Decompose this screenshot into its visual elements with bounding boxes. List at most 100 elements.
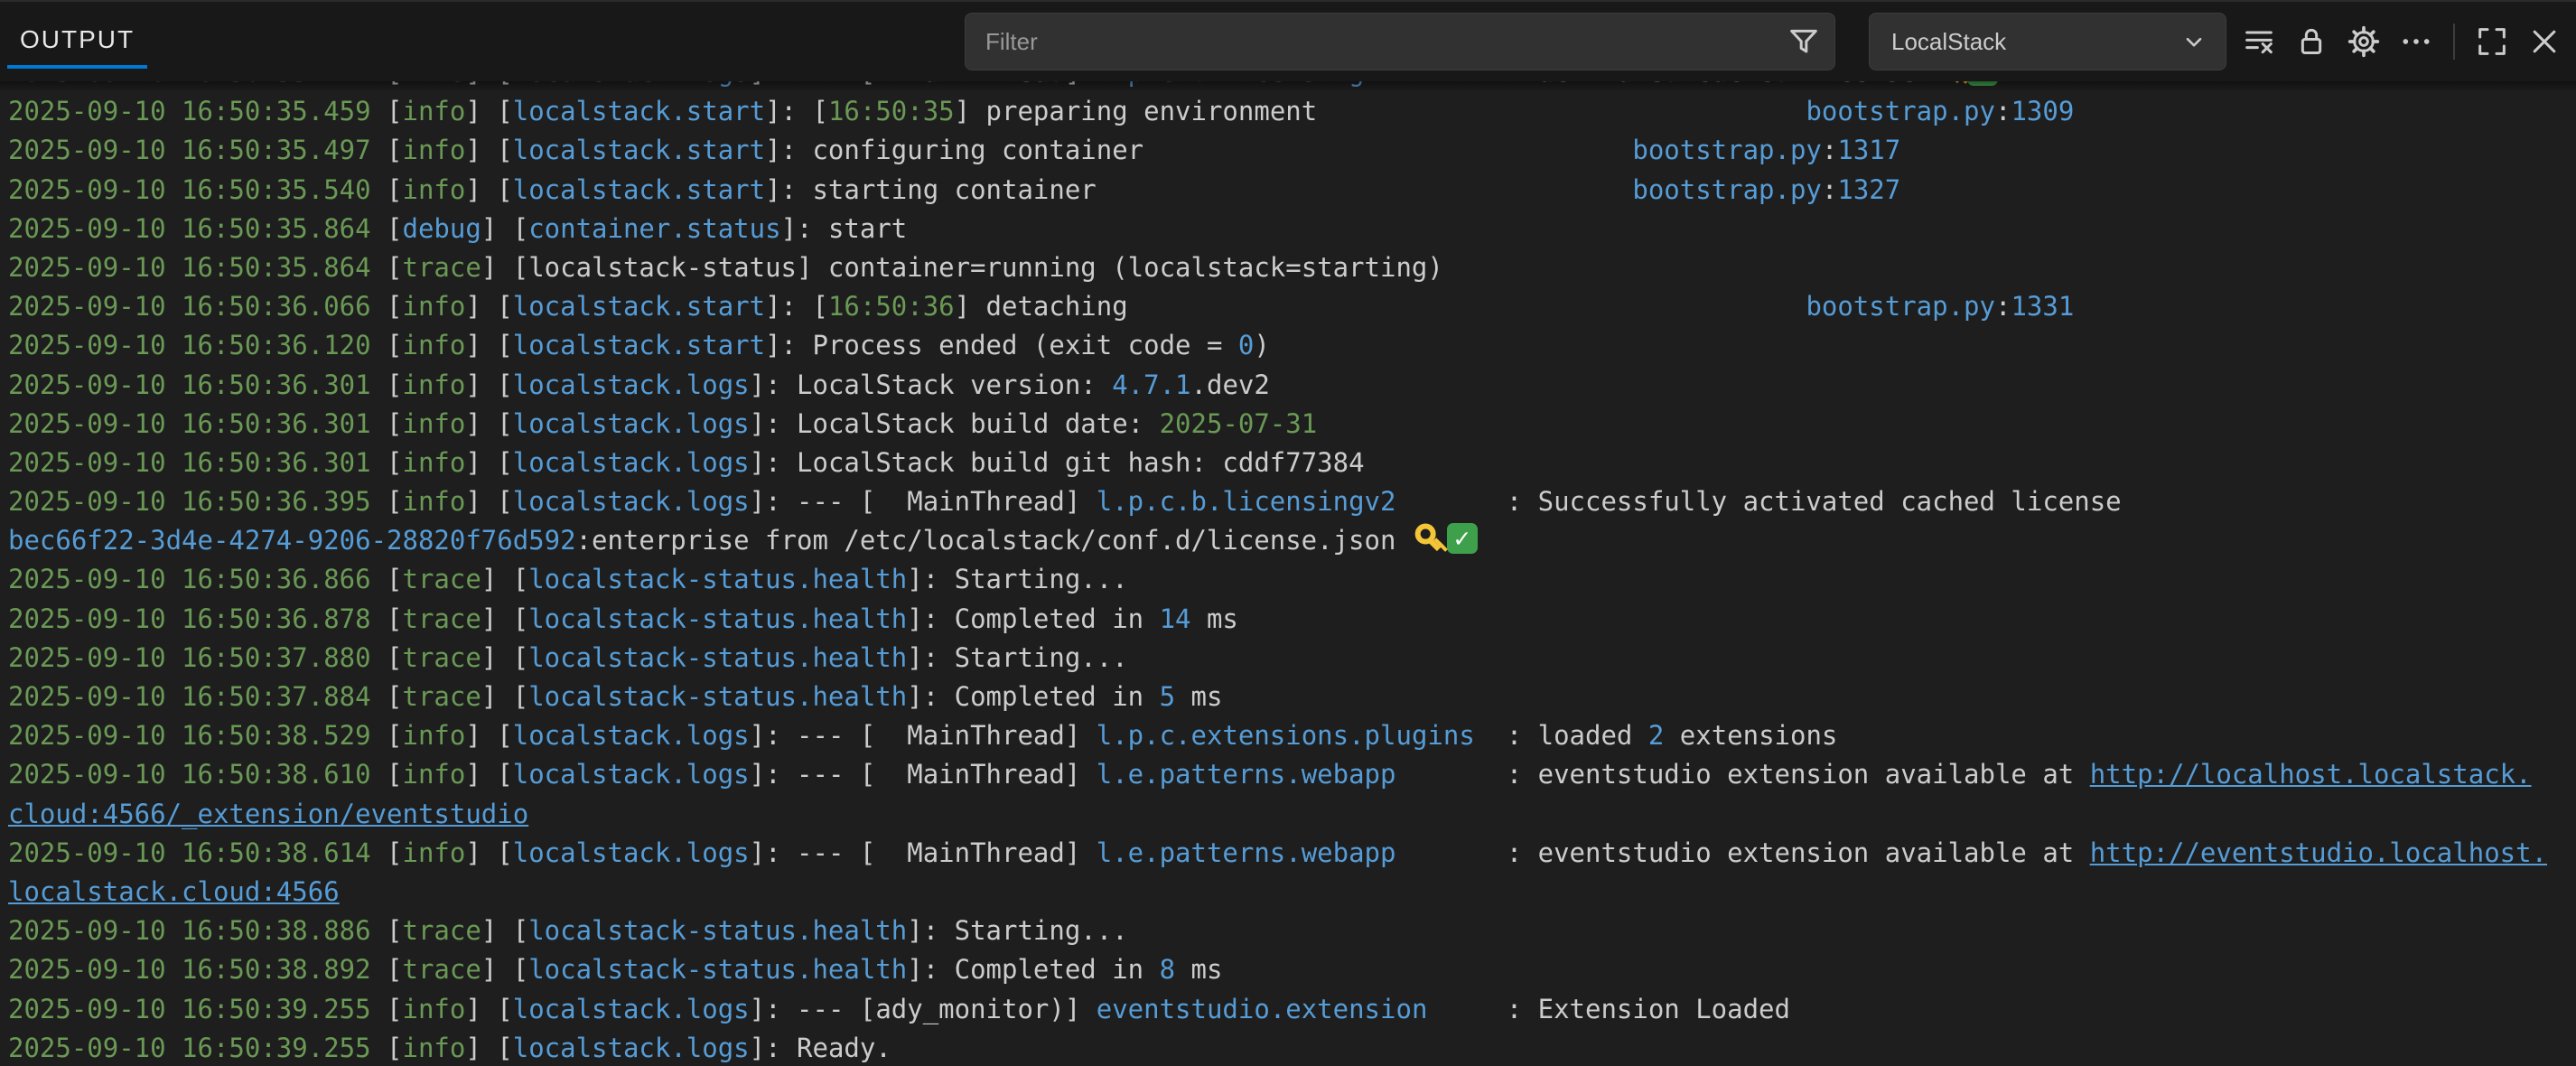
log-text: 2025-09-10 16:50:35.864	[8, 213, 387, 244]
log-text: l.p.c.b.licensingv2	[1097, 81, 1396, 88]
log-text: : activated cached license	[1395, 81, 1932, 88]
channel-select[interactable]: LocalStack	[1869, 13, 2226, 70]
log-text: ] [	[465, 837, 512, 868]
log-line: 2025-09-10 16:50:37.884 [trace] [localst…	[0, 678, 2576, 716]
log-text: info	[403, 720, 466, 751]
output-panel: OUTPUT LocalStack	[0, 0, 2576, 1066]
log-text: ] [	[481, 954, 528, 985]
log-text: ]: starting container	[765, 174, 1097, 205]
log-text: [	[387, 135, 402, 165]
log-text: info	[403, 486, 466, 517]
log-text: localstack.logs	[513, 720, 750, 751]
log-line: 2025-09-10 16:50:37.880 [trace] [localst…	[0, 639, 2576, 678]
url-link[interactable]: http://localhost.localstack.	[2090, 759, 2532, 790]
tab-output-label: OUTPUT	[20, 25, 135, 54]
close-icon	[2526, 23, 2562, 60]
log-text: 2025-09-10 16:50:36.866	[8, 564, 387, 594]
log-text: 2025-09-10 16:50:37.884	[8, 681, 387, 712]
log-text: ]: start	[781, 213, 908, 244]
log-text: :	[1822, 174, 1837, 205]
log-line: 2025-09-10 16:50:36.301 [info] [localsta…	[0, 405, 2576, 444]
url-link[interactable]: http://eventstudio.localhost.	[2090, 837, 2547, 868]
log-text: ] [	[465, 447, 512, 478]
log-line: 2025-09-10 16:50:35.540 [info] [localsta…	[0, 171, 2576, 210]
panel-actions	[2233, 13, 2571, 70]
log-text: localstack-status.health	[528, 642, 907, 673]
log-text: ] detaching	[955, 291, 1128, 322]
log-text: l.e.patterns.webapp	[1097, 837, 1396, 868]
log-text: 0	[1238, 330, 1254, 360]
log-text: ]: [	[765, 291, 828, 322]
log-text: debug	[403, 213, 481, 244]
log-line: 2025-09-10 16:50:35.864 [debug] [contain…	[0, 210, 2576, 248]
log-text: [	[387, 681, 402, 712]
filter-options-button[interactable]	[1778, 16, 1829, 67]
source-file-link[interactable]: 1327	[1837, 174, 1900, 205]
clear-output-button[interactable]	[2239, 22, 2279, 61]
log-line: 2025-09-10 16:50:38.892 [trace] [localst…	[0, 950, 2576, 989]
source-file-link[interactable]: 1317	[1837, 135, 1900, 165]
log-text: 2025-09-10 16:50:35.459	[8, 96, 387, 126]
log-text: localstack.logs	[513, 408, 750, 439]
log-text: [	[387, 330, 402, 360]
log-text: [	[387, 81, 402, 88]
log-text: [	[387, 486, 402, 517]
log-text: trace	[403, 564, 481, 594]
log-line: 2025-09-10 16:50:36.866 [trace] [localst…	[0, 560, 2576, 599]
log-text: localstack.start	[513, 291, 765, 322]
log-text: ] [	[481, 681, 528, 712]
log-text: localstack.start	[513, 330, 765, 360]
log-text: ]: Starting...	[907, 564, 1127, 594]
log-text: ]: Starting...	[907, 642, 1127, 673]
log-text: [	[387, 564, 402, 594]
lock-autoscroll-button[interactable]	[2291, 22, 2331, 61]
log-text: trace	[403, 603, 481, 634]
log-text: localstack-status.health	[528, 603, 907, 634]
source-file-link[interactable]: bootstrap.py	[1806, 96, 1995, 126]
log-text: 2025-09-10 16:50:38.614	[8, 837, 387, 868]
url-link[interactable]: localstack.cloud:4566	[8, 876, 340, 907]
log-text: trace	[403, 954, 481, 985]
close-panel-button[interactable]	[2525, 22, 2564, 61]
log-text: )	[1254, 330, 1269, 360]
log-text: ] [	[481, 564, 528, 594]
log-text: localstack-status.health	[528, 954, 907, 985]
source-file-link[interactable]: bootstrap.py	[1632, 135, 1822, 165]
log-text: ]: LocalStack version:	[750, 369, 1113, 400]
settings-button[interactable]	[2344, 22, 2384, 61]
log-text: 2025-09-10 16:50:38.610	[8, 759, 387, 790]
log-text: 2025-09-10 16:50:36.301	[8, 408, 387, 439]
log-text: [	[387, 954, 402, 985]
log-line: 2025-09-10 16:50:38.886 [trace] [localst…	[0, 912, 2576, 950]
log-scroll-area[interactable]: 2025-09-10 16:50:35.427 [info] [localsta…	[0, 81, 2576, 1066]
log-text: info	[403, 837, 466, 868]
log-text: bec66f22-3d4e-4274-9206-28820f76d592	[8, 525, 576, 556]
source-file-link[interactable]: 1309	[2011, 96, 2074, 126]
source-file-link[interactable]: 1331	[2011, 291, 2074, 322]
log-text: ]: --- [ MainThread]	[750, 759, 1097, 790]
log-text: localstack.logs	[513, 447, 750, 478]
source-file-link[interactable]: bootstrap.py	[1806, 291, 1995, 322]
log-text: : loaded	[1475, 720, 1648, 751]
log-text: ms	[1191, 603, 1238, 634]
panel-header: OUTPUT LocalStack	[0, 2, 2576, 81]
log-text: info	[403, 174, 466, 205]
log-text: 2025-09-10 16:50:35.540	[8, 174, 387, 205]
log-text: :	[1995, 96, 2011, 126]
log-text: [	[387, 96, 402, 126]
log-text: extensions	[1664, 720, 1837, 751]
maximize-panel-icon	[2474, 23, 2510, 60]
source-file-link[interactable]: bootstrap.py	[1632, 174, 1822, 205]
clear-output-icon	[2241, 23, 2277, 60]
log-text: ] [	[465, 291, 512, 322]
maximize-panel-button[interactable]	[2472, 22, 2512, 61]
log-text: [	[387, 174, 402, 205]
chevron-down-icon	[2179, 26, 2226, 57]
log-text: localstack.start	[513, 135, 765, 165]
more-actions-button[interactable]	[2396, 22, 2436, 61]
tab-output[interactable]: OUTPUT	[7, 14, 147, 69]
log-text: localstack.logs	[513, 759, 750, 790]
emoji-check-icon	[1447, 523, 1478, 554]
url-link[interactable]: cloud:4566/_extension/eventstudio	[8, 799, 528, 829]
filter-input[interactable]	[966, 28, 1778, 56]
